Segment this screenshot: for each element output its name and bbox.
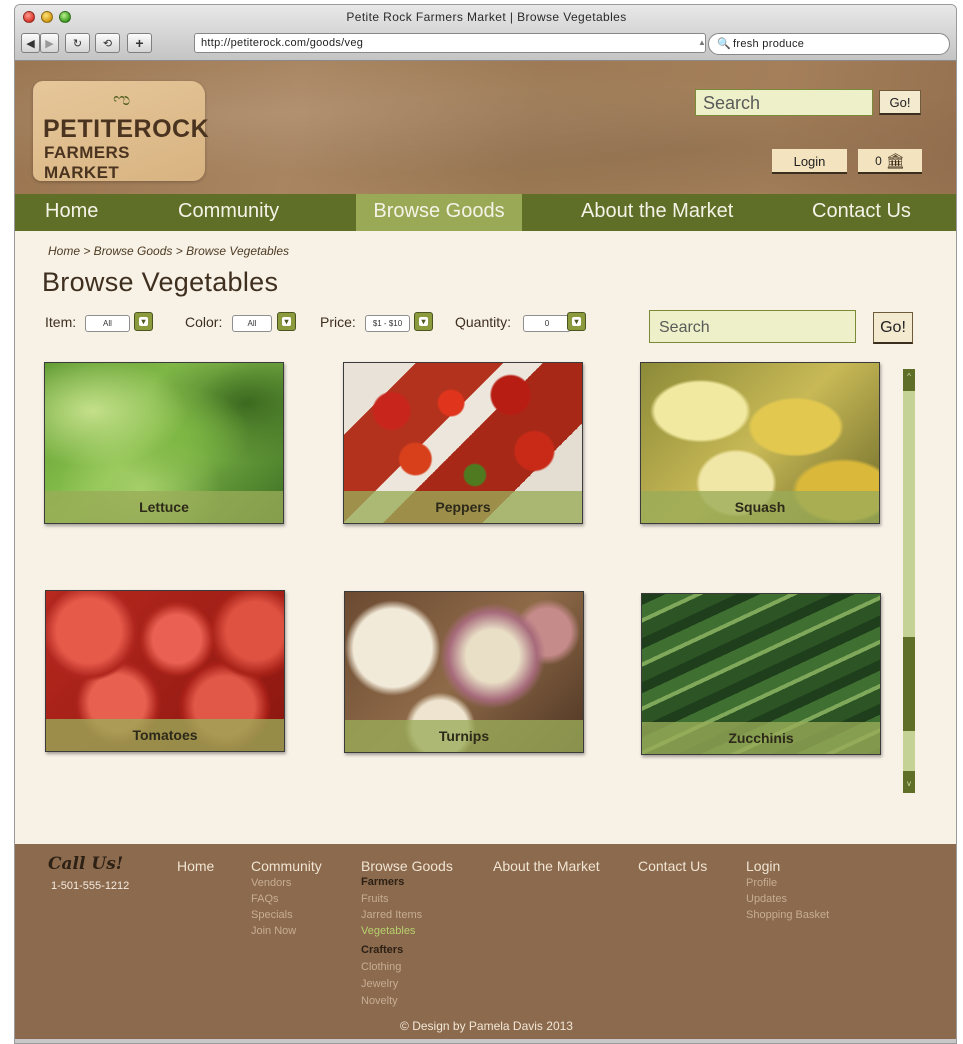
- footer-link-profile[interactable]: Profile: [746, 877, 777, 889]
- product-name: Lettuce: [45, 491, 283, 523]
- product-tile-lettuce[interactable]: Lettuce: [44, 362, 284, 524]
- price-filter-dropdown[interactable]: ▾: [414, 312, 433, 331]
- quantity-filter-label: Quantity:: [455, 314, 512, 330]
- cart-button[interactable]: 0 🏛: [858, 149, 922, 174]
- footer-link-vegetables[interactable]: Vegetables: [361, 925, 415, 937]
- footer-contact-link[interactable]: Contact Us: [638, 858, 707, 874]
- footer-link-fruits[interactable]: Fruits: [361, 893, 389, 905]
- footer-home-link[interactable]: Home: [177, 858, 214, 874]
- logo-subtitle: FARMERS MARKET: [44, 143, 130, 182]
- footer-community-link[interactable]: Community: [251, 858, 322, 874]
- color-filter-dropdown[interactable]: ▾: [277, 312, 296, 331]
- header-search-button[interactable]: Go!: [879, 90, 921, 115]
- nav-about[interactable]: About the Market: [581, 194, 733, 231]
- snapback-button[interactable]: ⟲: [95, 33, 120, 53]
- back-arrow-icon: ◀: [26, 37, 35, 50]
- browser-window: Petite Rock Farmers Market | Browse Vege…: [14, 4, 957, 1044]
- snapback-icon: ⟲: [102, 37, 113, 50]
- product-search-input[interactable]: Search: [649, 310, 856, 343]
- nav-community[interactable]: Community: [178, 194, 279, 231]
- header-search-input[interactable]: Search: [695, 89, 873, 116]
- phone-number: 1-501-555-1212: [51, 880, 130, 892]
- copyright: © Design by Pamela Davis 2013: [400, 1019, 573, 1033]
- add-bookmark-button[interactable]: +: [127, 33, 152, 53]
- item-filter-label: Item:: [45, 314, 77, 330]
- product-tile-squash[interactable]: Squash: [640, 362, 880, 524]
- product-name: Zucchinis: [642, 722, 880, 754]
- logo[interactable]: ಌ PETITEROCK FARMERS MARKET: [33, 81, 209, 182]
- site-header: ಌ PETITEROCK FARMERS MARKET Search Go! L…: [15, 61, 956, 194]
- footer-about-link[interactable]: About the Market: [493, 858, 600, 874]
- price-filter-label: Price:: [320, 314, 356, 330]
- product-tile-turnips[interactable]: Turnips: [344, 591, 584, 753]
- chevron-down-icon: ▾: [572, 317, 581, 326]
- nav-home[interactable]: Home: [45, 194, 98, 231]
- quantity-filter-select[interactable]: 0: [523, 315, 571, 332]
- product-name: Turnips: [345, 720, 583, 752]
- reload-icon: ↻: [72, 37, 83, 50]
- product-tile-tomatoes[interactable]: Tomatoes: [45, 590, 285, 752]
- product-name: Peppers: [344, 491, 582, 523]
- product-name: Squash: [641, 491, 879, 523]
- footer-link-novelty[interactable]: Novelty: [361, 995, 398, 1007]
- call-us-heading: Call Us!: [48, 854, 124, 874]
- footer: Call Us! 1-501-555-1212 Home Community V…: [15, 844, 956, 1039]
- footer-link-faqs[interactable]: FAQs: [251, 893, 279, 905]
- address-bar[interactable]: http://petiterock.com/goods/veg: [194, 33, 706, 53]
- footer-link-join-now[interactable]: Join Now: [251, 925, 296, 937]
- browser-search-field[interactable]: 🔍 fresh produce: [708, 33, 950, 55]
- footer-link-updates[interactable]: Updates: [746, 893, 787, 905]
- browser-toolbar: Petite Rock Farmers Market | Browse Vege…: [15, 5, 956, 61]
- breadcrumb[interactable]: Home > Browse Goods > Browse Vegetables: [48, 244, 289, 258]
- footer-link-shopping-basket[interactable]: Shopping Basket: [746, 909, 829, 921]
- chevron-down-icon: ▾: [419, 317, 428, 326]
- color-filter-select[interactable]: All: [232, 315, 272, 332]
- nav-contact[interactable]: Contact Us: [812, 194, 911, 231]
- color-filter-label: Color:: [185, 314, 223, 330]
- back-button[interactable]: ◀: [21, 33, 40, 53]
- basket-icon: 🏛: [885, 152, 905, 170]
- footer-crafters-heading[interactable]: Crafters: [361, 944, 403, 956]
- footer-login-link[interactable]: Login: [746, 858, 780, 874]
- browser-search-value: fresh produce: [733, 38, 805, 50]
- footer-farmers-heading[interactable]: Farmers: [361, 876, 404, 888]
- price-filter-select[interactable]: $1 - $10: [365, 315, 410, 332]
- sprout-icon: ಌ: [113, 89, 131, 109]
- product-search-button[interactable]: Go!: [873, 312, 913, 344]
- product-tile-zucchinis[interactable]: Zucchinis: [641, 593, 881, 755]
- chevron-down-icon: ▾: [282, 317, 291, 326]
- footer-link-jarred-items[interactable]: Jarred Items: [361, 909, 422, 921]
- item-filter-dropdown[interactable]: ▾: [134, 312, 153, 331]
- scrollbar-thumb[interactable]: [903, 637, 915, 731]
- search-icon: 🔍: [717, 38, 731, 50]
- footer-browse-goods-link[interactable]: Browse Goods: [361, 858, 453, 874]
- chevron-down-icon: ▾: [139, 317, 148, 326]
- plus-icon: +: [135, 35, 144, 51]
- forward-arrow-icon: ▶: [45, 37, 54, 50]
- cart-count: 0: [875, 153, 882, 168]
- item-filter-select[interactable]: All: [85, 315, 130, 332]
- product-name: Tomatoes: [46, 719, 284, 751]
- logo-title: PETITEROCK: [43, 115, 210, 143]
- login-button[interactable]: Login: [772, 149, 847, 174]
- window-title: Petite Rock Farmers Market | Browse Vege…: [346, 10, 627, 24]
- url-dropdown-icon[interactable]: ▲: [698, 38, 706, 48]
- scroll-up-button[interactable]: ^: [903, 369, 915, 391]
- quantity-filter-dropdown[interactable]: ▾: [567, 312, 586, 331]
- footer-link-clothing[interactable]: Clothing: [361, 961, 401, 973]
- forward-button[interactable]: ▶: [40, 33, 59, 53]
- footer-link-vendors[interactable]: Vendors: [251, 877, 291, 889]
- window-status-bar: [15, 1039, 956, 1043]
- footer-link-specials[interactable]: Specials: [251, 909, 293, 921]
- scroll-down-button[interactable]: v: [903, 771, 915, 793]
- reload-button[interactable]: ↻: [65, 33, 90, 53]
- product-tile-peppers[interactable]: Peppers: [343, 362, 583, 524]
- page-title: Browse Vegetables: [42, 267, 279, 297]
- footer-link-jewelry[interactable]: Jewelry: [361, 978, 398, 990]
- main-nav: Home Community Browse Goods About the Ma…: [15, 194, 956, 231]
- nav-browse-goods[interactable]: Browse Goods: [356, 194, 522, 231]
